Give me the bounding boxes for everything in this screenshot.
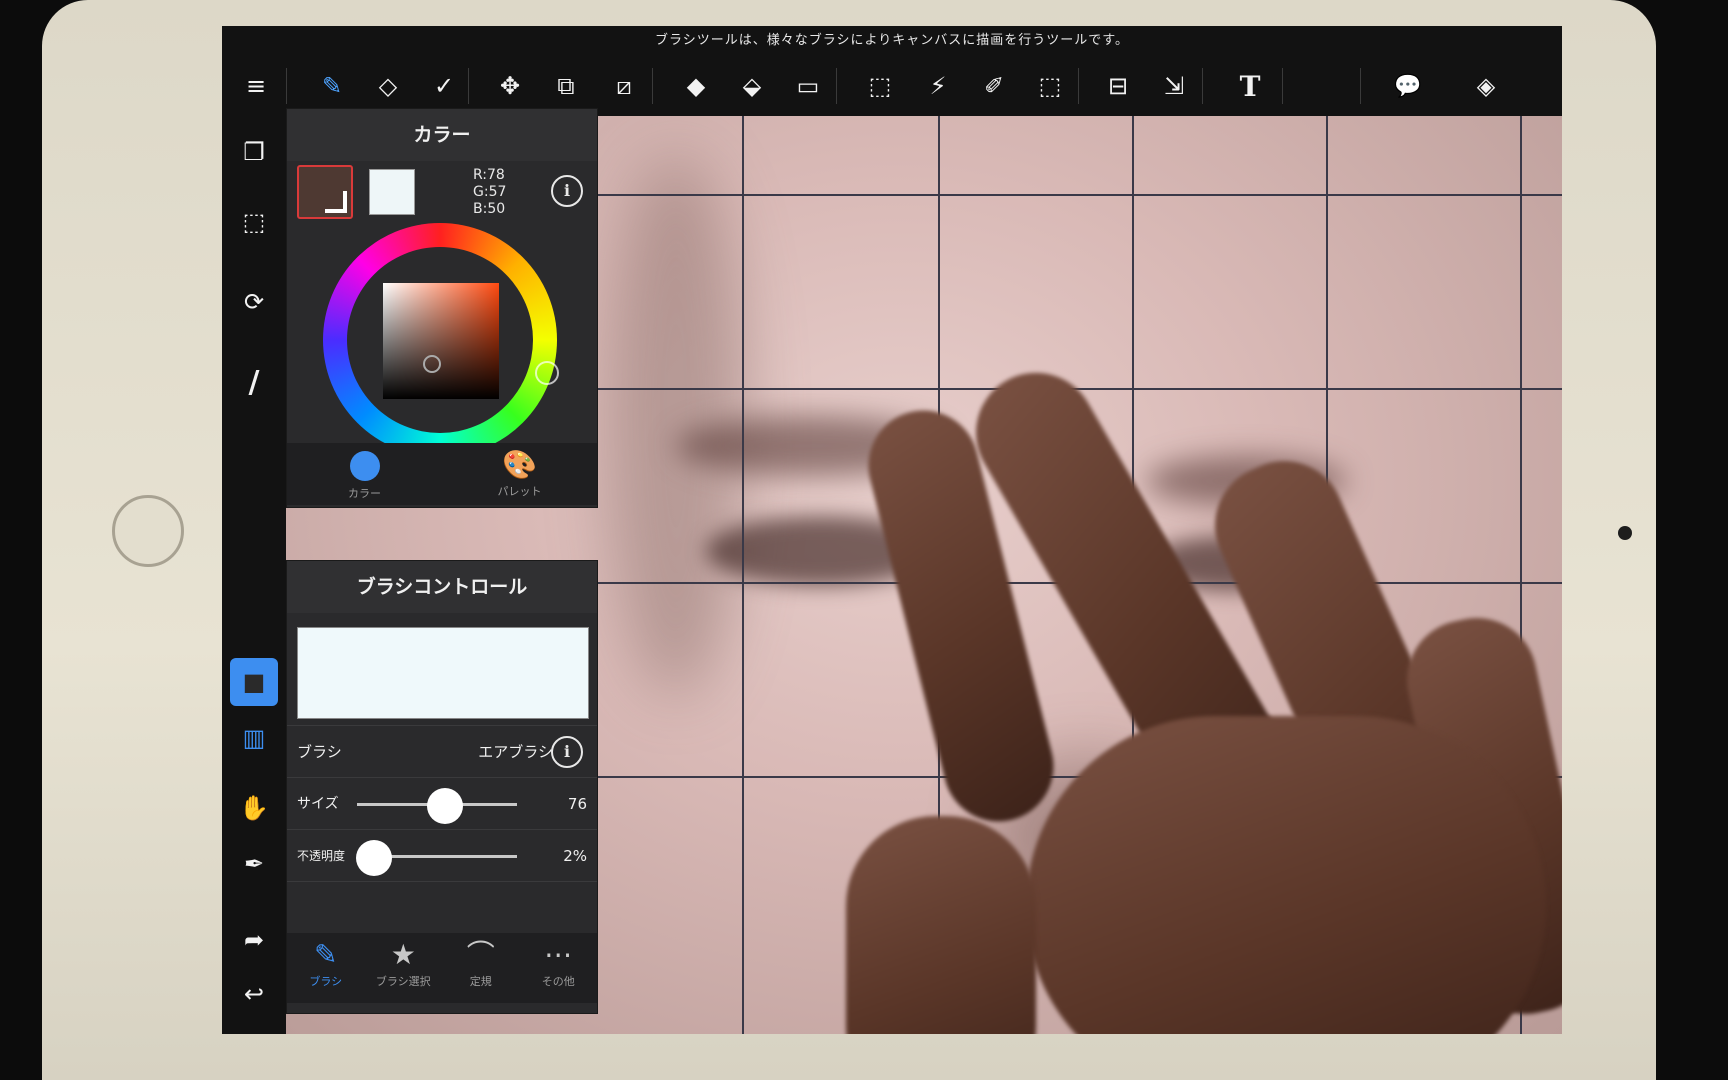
pen-icon[interactable]: / [230,358,278,406]
color-wheel[interactable] [323,223,559,457]
rgb-readout: R:78 G:57 B:50 [473,167,506,218]
hand [846,816,1036,1034]
selection-icon[interactable]: ⬚ [230,198,278,246]
speech-bubble-icon[interactable]: 💬 [1384,62,1432,110]
more-icon: ⋯ [544,938,573,971]
toolbar-divider [1202,68,1203,104]
color-square-icon[interactable]: ■ [230,658,278,706]
toolbar-divider [1078,68,1079,104]
gradient-icon[interactable]: ▭ [784,62,832,110]
brush-panel-tabs: ✎ ブラシ ★ ブラシ選択 ⌒ 定規 ⋯ その他 [287,933,597,1003]
copy-icon[interactable]: ❐ [230,128,278,176]
tab-other[interactable]: ⋯ その他 [520,933,598,1003]
tab-other-label: その他 [541,975,575,988]
tab-palette[interactable]: 🎨 パレット [442,443,597,505]
saturation-value-square[interactable] [383,283,499,399]
toolbar-divider [286,68,287,104]
brush-panel-title: ブラシコントロール [287,561,597,613]
star-icon: ★ [390,938,416,971]
text-icon[interactable]: T [1226,62,1274,110]
distort-icon[interactable]: ⧄ [600,62,648,110]
rotate-icon[interactable]: ⟳ [230,278,278,326]
home-button[interactable] [112,495,184,567]
eyedropper-icon[interactable]: ✒ [230,840,278,888]
sv-cursor[interactable] [423,355,441,373]
background-color-swatch[interactable] [369,169,415,215]
brush-stroke-preview [297,627,589,719]
panel-toggle-icon[interactable]: ▥ [230,714,278,762]
brush-info-icon[interactable]: i [551,736,583,768]
ruler-icon: ⌒ [466,938,495,971]
redo-icon[interactable]: ➦ [230,916,278,964]
transform-icon[interactable]: ⧉ [542,62,590,110]
brush-tab-icon: ✎ [314,938,338,971]
opacity-slider-knob[interactable] [356,840,393,876]
frame-icon[interactable]: ⊟ [1094,62,1142,110]
toolbar-divider [1360,68,1361,104]
empty-row [287,881,597,932]
opacity-label: 不透明度 [297,849,346,863]
select-move-icon[interactable]: ⇲ [1150,62,1198,110]
toolbar-divider [1282,68,1283,104]
select-rect-icon[interactable]: ⬚ [856,62,904,110]
eraser-icon[interactable]: ◇ [364,62,412,110]
smudge-icon[interactable]: ✓ [420,62,468,110]
color-dot-icon [349,451,380,481]
hue-cursor[interactable] [535,361,559,385]
top-toolbar: ≡ ✎ ◇ ✓ ✥ ⧉ ⧄ ◆ ⬙ ▭ ⬚ ⚡ ✐ ⬚ ⊟ ⇲ T 💬 ◈ [222,56,1562,116]
brush-type-row[interactable]: ブラシ エアブラシ i [287,725,597,778]
hand [1026,716,1546,1034]
color-panel: カラー R:78 G:57 B:50 i カラー 🎨 パレット [286,108,598,508]
opacity-row: 不透明度 2% [287,829,597,882]
tab-brush-select-label: ブラシ選択 [375,975,431,988]
tab-color[interactable]: カラー [287,443,442,505]
app-screen: ブラシツールは、様々なブラシによりキャンバスに描画を行うツールです。 ≡ ✎ ◇… [222,26,1562,1034]
toolbar-divider [652,68,653,104]
left-rail: ❐ ⬚ ⟳ / ■ ▥ ✋ ✒ ➦ ↩ [222,116,286,1034]
shape-fill-icon[interactable]: ◆ [672,62,720,110]
bucket-icon[interactable]: ⬙ [728,62,776,110]
undo-icon[interactable]: ↩ [230,970,278,1018]
tool-tip-bar: ブラシツールは、様々なブラシによりキャンバスに描画を行うツールです。 [655,33,1129,48]
toolbar-divider [468,68,469,104]
brush-control-panel: ブラシコントロール ブラシ エアブラシ i サイズ 76 不透明度 2% ✎ ブ… [286,560,598,1014]
select-pen-icon[interactable]: ✐ [970,62,1018,110]
hand-icon[interactable]: ✋ [230,784,278,832]
brush-value: エアブラシ [478,743,553,761]
size-row: サイズ 76 [287,777,597,830]
tab-ruler-label: 定規 [469,975,492,988]
tab-ruler[interactable]: ⌒ 定規 [442,933,520,1003]
color-panel-tabs: カラー 🎨 パレット [287,443,597,505]
menu-icon[interactable]: ≡ [232,62,280,110]
rgb-g: G:57 [473,184,507,200]
toolbar-divider [836,68,837,104]
color-info-icon[interactable]: i [551,175,583,207]
brush-label: ブラシ [297,743,342,761]
size-slider-knob[interactable] [427,788,463,824]
color-panel-title: カラー [287,109,597,161]
grid-line [742,116,744,1034]
rgb-r: R:78 [473,167,505,183]
tab-palette-label: パレット [497,485,542,498]
select-eraser-icon[interactable]: ⬚ [1026,62,1074,110]
tab-brush-label: ブラシ [309,975,343,988]
layers-icon[interactable]: ◈ [1462,62,1510,110]
tab-brush-select[interactable]: ★ ブラシ選択 [365,933,443,1003]
palette-icon: 🎨 [502,448,537,481]
magic-wand-icon[interactable]: ⚡ [914,62,962,110]
opacity-value: 2% [563,847,587,865]
front-camera [1618,526,1632,540]
move-icon[interactable]: ✥ [486,62,534,110]
foreground-color-swatch[interactable] [297,165,353,219]
tab-brush[interactable]: ✎ ブラシ [287,933,365,1003]
rgb-b: B:50 [473,201,506,217]
size-label: サイズ [297,796,339,812]
size-value: 76 [567,795,587,813]
swatch-corner-icon [325,191,347,213]
tab-color-label: カラー [348,487,381,500]
ipad-device: ブラシツールは、様々なブラシによりキャンバスに描画を行うツールです。 ≡ ✎ ◇… [42,0,1656,1080]
brush-icon[interactable]: ✎ [308,62,356,110]
